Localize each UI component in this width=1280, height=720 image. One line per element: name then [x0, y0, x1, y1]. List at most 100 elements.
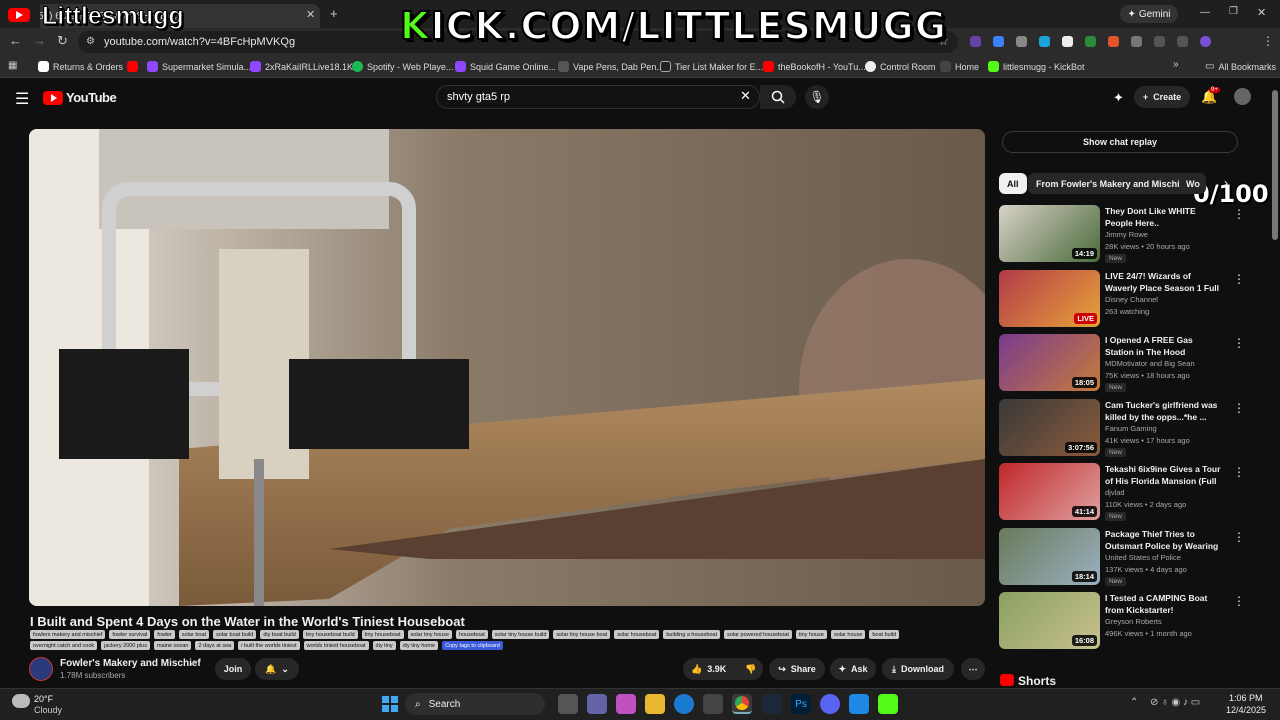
rec-title[interactable]: Tekashi 6ix9ine Gives a Tour of His Flor…: [1105, 463, 1223, 487]
rec-channel[interactable]: Greyson Roberts: [1105, 617, 1162, 626]
video-tag[interactable]: diy tiny home: [399, 641, 439, 650]
app-icon[interactable]: [849, 694, 869, 714]
more-options-icon[interactable]: ⋮: [1233, 336, 1245, 350]
video-tag[interactable]: tiny house: [795, 630, 827, 639]
windows-start-icon[interactable]: [380, 694, 400, 714]
video-thumbnail[interactable]: 41:14: [999, 463, 1100, 520]
recommended-video[interactable]: LIVE LIVE 24/7! Wizards of Waverly Place …: [999, 269, 1259, 328]
video-tag[interactable]: fowlers makery and mischief: [30, 630, 106, 639]
like-icon[interactable]: 👍: [691, 664, 702, 675]
more-bookmarks-icon[interactable]: »: [1173, 59, 1179, 70]
video-player[interactable]: [29, 129, 985, 606]
video-tag[interactable]: tiny houseboat: [361, 630, 404, 639]
video-thumbnail[interactable]: LIVE: [999, 269, 1100, 327]
maximize-icon[interactable]: ❐: [1229, 6, 1238, 17]
page-scrollbar[interactable]: [1270, 80, 1280, 688]
photoshop-icon[interactable]: Ps: [791, 694, 811, 714]
bookmark-item[interactable]: [127, 58, 138, 75]
bookmark-item[interactable]: Control Room: [865, 58, 936, 75]
rec-title[interactable]: They Dont Like WHITE People Here..: [1105, 205, 1223, 229]
video-tag[interactable]: solar powered houseboat: [724, 630, 792, 639]
extension-icon[interactable]: [1085, 36, 1096, 47]
video-thumbnail[interactable]: 16:08: [999, 592, 1100, 649]
copilot-icon[interactable]: [616, 694, 636, 714]
weather-temp[interactable]: 20°F: [34, 694, 53, 704]
like-count[interactable]: 3.9K: [707, 664, 726, 674]
recommended-video[interactable]: 3:07:56 Cam Tucker's girlfriend was kille…: [999, 398, 1259, 457]
download-button[interactable]: ⤓ Download: [882, 658, 954, 680]
edge-icon[interactable]: [674, 694, 694, 714]
file-explorer-icon[interactable]: [645, 694, 665, 714]
bookmark-item[interactable]: Vape Pens, Dab Pen...: [558, 58, 664, 75]
steam-icon[interactable]: [762, 694, 782, 714]
weather-condition[interactable]: Cloudy: [34, 705, 62, 715]
video-tag[interactable]: 2 days at sea: [195, 641, 235, 650]
more-options-icon[interactable]: ⋮: [1233, 207, 1245, 221]
video-tag[interactable]: jackery 2000 plus: [101, 641, 150, 650]
youtube-logo[interactable]: YouTube: [43, 90, 117, 105]
video-tag[interactable]: solar tiny house boat: [553, 630, 611, 639]
video-tag[interactable]: solar boat: [178, 630, 210, 639]
video-tag[interactable]: solar house: [830, 630, 866, 639]
video-thumbnail[interactable]: 3:07:56: [999, 398, 1100, 456]
back-icon[interactable]: ←: [9, 33, 22, 48]
video-thumbnail[interactable]: 18:14: [999, 527, 1100, 585]
task-view-icon[interactable]: [558, 694, 578, 714]
bookmark-item[interactable]: Squid Game Online...: [455, 58, 556, 75]
rec-channel[interactable]: Fanum Gaming: [1105, 424, 1157, 433]
clock-date[interactable]: 12/4/2025: [1226, 705, 1266, 715]
bookmark-item[interactable]: Returns & Orders: [38, 58, 123, 75]
recommended-video[interactable]: 41:14 Tekashi 6ix9ine Gives a Tour of His…: [999, 463, 1259, 521]
minimize-icon[interactable]: —: [1200, 7, 1210, 18]
video-tag[interactable]: overnight catch and cook: [30, 641, 98, 650]
video-tag[interactable]: diy boat build: [260, 630, 299, 639]
broadcast-icon[interactable]: ✦: [1113, 90, 1124, 106]
join-button[interactable]: Join: [215, 658, 251, 680]
extension-icon[interactable]: [1016, 36, 1027, 47]
bookmark-item[interactable]: littlesmugg - KickBot: [988, 58, 1085, 75]
reading-list-icon[interactable]: [1177, 36, 1188, 47]
reload-icon[interactable]: ↻: [57, 33, 68, 49]
video-tag[interactable]: houseboat: [456, 630, 488, 639]
search-button[interactable]: [760, 85, 796, 109]
rec-title[interactable]: I Tested a CAMPING Boat from Kickstarter…: [1105, 592, 1223, 616]
rec-channel[interactable]: MDMotivator and Big Sean: [1105, 359, 1195, 368]
bookmark-item[interactable]: Spotify - Web Playe...: [352, 58, 453, 75]
video-tag[interactable]: solar boat build: [213, 630, 257, 639]
chip-from-channel[interactable]: From Fowler's Makery and Mischief: [1028, 173, 1196, 194]
video-tag[interactable]: worlds tiniest houseboat: [303, 641, 369, 650]
recommended-video[interactable]: 14:19 They Dont Like WHITE People Here.. J…: [999, 205, 1259, 263]
clear-search-icon[interactable]: ✕: [740, 88, 751, 104]
account-avatar[interactable]: [1234, 88, 1251, 105]
recommended-video[interactable]: 16:08 I Tested a CAMPING Boat from Kickst…: [999, 592, 1259, 650]
rec-channel[interactable]: Disney Channel: [1105, 295, 1158, 304]
taskbar-search[interactable]: ⌕ Search: [405, 693, 545, 715]
rec-channel[interactable]: Jimmy Rowe: [1105, 230, 1148, 239]
video-thumbnail[interactable]: 14:19: [999, 205, 1100, 262]
more-options-icon[interactable]: ⋮: [1233, 401, 1245, 415]
video-tag[interactable]: solar tiny house: [407, 630, 453, 639]
bookmark-item[interactable]: theBookofH - YouTu...: [763, 58, 866, 75]
video-tag[interactable]: building a houseboat: [663, 630, 721, 639]
more-options-icon[interactable]: ⋮: [1233, 594, 1245, 608]
puzzle-icon[interactable]: [1131, 36, 1142, 47]
sidepanel-icon[interactable]: [1154, 36, 1165, 47]
voice-search-icon[interactable]: 🎙: [805, 85, 829, 109]
video-tag[interactable]: i built the worlds tiniest: [238, 641, 300, 650]
recommended-video[interactable]: 18:05 I Opened A FREE Gas Station in The …: [999, 334, 1259, 392]
share-button[interactable]: ↪ Share: [769, 658, 825, 680]
more-options-icon[interactable]: ⋮: [1233, 272, 1245, 286]
site-info-icon[interactable]: ⚙: [86, 36, 95, 47]
chip-more[interactable]: Wo: [1180, 173, 1206, 194]
forward-icon[interactable]: →: [33, 33, 46, 48]
dislike-icon[interactable]: 👎: [745, 664, 756, 675]
teams-icon[interactable]: [587, 694, 607, 714]
extension-icon[interactable]: [1039, 36, 1050, 47]
bookmark-item[interactable]: Supermarket Simula...: [147, 58, 251, 75]
video-tag[interactable]: diy tiny: [372, 641, 396, 650]
more-options-icon[interactable]: ⋮: [1233, 530, 1245, 544]
hamburger-menu-icon[interactable]: ☰: [15, 89, 29, 109]
menu-icon[interactable]: ⋮: [1262, 34, 1274, 48]
chip-all[interactable]: All: [999, 173, 1027, 194]
bookmark-item[interactable]: 2xRaKaiIRLLive18.1K...: [250, 58, 361, 75]
